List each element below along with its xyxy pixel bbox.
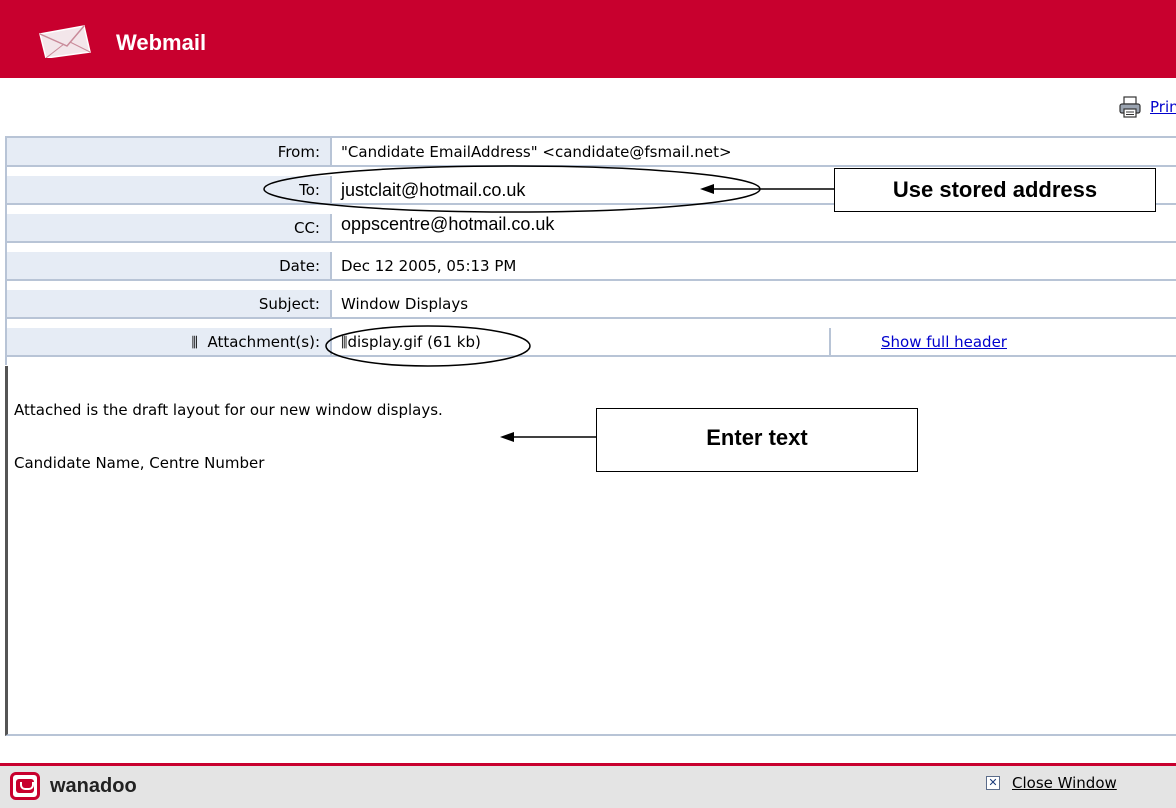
print-link[interactable]: Print bbox=[1150, 98, 1176, 116]
date-value: Dec 12 2005, 05:13 PM bbox=[341, 257, 517, 275]
subject-value: Window Displays bbox=[341, 295, 469, 313]
envelope-icon bbox=[39, 25, 91, 58]
attachment-row: ⫼ Attachment(s): ⫼display.gif (61 kb) Sh… bbox=[7, 328, 1176, 357]
printer-icon[interactable] bbox=[1118, 96, 1142, 118]
cc-field[interactable]: oppscentre@hotmail.co.uk bbox=[341, 210, 554, 237]
attachment-label-text: Attachment(s): bbox=[207, 333, 320, 351]
paperclip-icon: ⫼ bbox=[191, 335, 198, 351]
show-full-header-link[interactable]: Show full header bbox=[881, 328, 1007, 357]
subject-label: Subject: bbox=[7, 290, 332, 317]
from-row: From: "Candidate EmailAddress" <candidat… bbox=[7, 138, 1176, 167]
message-body[interactable]: Attached is the draft layout for our new… bbox=[5, 366, 1176, 736]
close-icon[interactable]: ✕ bbox=[986, 776, 1000, 790]
attachment-label: ⫼ Attachment(s): bbox=[7, 328, 332, 355]
body-line-2: Candidate Name, Centre Number bbox=[14, 454, 265, 472]
subject-row: Subject: Window Displays bbox=[7, 290, 1176, 319]
from-label: From: bbox=[7, 138, 332, 165]
title-bar: Webmail bbox=[0, 0, 1176, 78]
date-row: Date: Dec 12 2005, 05:13 PM bbox=[7, 252, 1176, 281]
to-label: To: bbox=[7, 176, 332, 203]
cc-label: CC: bbox=[7, 214, 332, 241]
brand-name: wanadoo bbox=[50, 774, 137, 797]
app-title: Webmail bbox=[116, 30, 207, 55]
footer-bar: wanadoo ✕ Close Window bbox=[0, 763, 1176, 808]
webmail-window: Webmail Print From: "Candidate EmailAddr… bbox=[0, 0, 1176, 808]
to-field[interactable]: justclait@hotmail.co.uk bbox=[341, 176, 525, 203]
callout-stored-address: Use stored address bbox=[834, 168, 1156, 212]
attachment-filename[interactable]: display.gif (61 kb) bbox=[347, 333, 480, 351]
print-control[interactable]: Print bbox=[1118, 96, 1176, 118]
date-label: Date: bbox=[7, 252, 332, 279]
attachment-file[interactable]: ⫼display.gif (61 kb) bbox=[341, 328, 481, 355]
cc-row: CC: oppscentre@hotmail.co.uk bbox=[7, 214, 1176, 243]
show-full-header-cell: Show full header bbox=[829, 328, 1176, 355]
brand-logo: wanadoo bbox=[10, 772, 137, 800]
wanadoo-logo-icon bbox=[10, 772, 40, 800]
close-window-control[interactable]: ✕ Close Window bbox=[986, 774, 1117, 792]
close-window-link[interactable]: Close Window bbox=[1012, 774, 1117, 792]
from-value: "Candidate EmailAddress" <candidate@fsma… bbox=[341, 143, 732, 161]
callout-enter-text: Enter text bbox=[596, 408, 918, 472]
body-line-1: Attached is the draft layout for our new… bbox=[14, 401, 443, 419]
